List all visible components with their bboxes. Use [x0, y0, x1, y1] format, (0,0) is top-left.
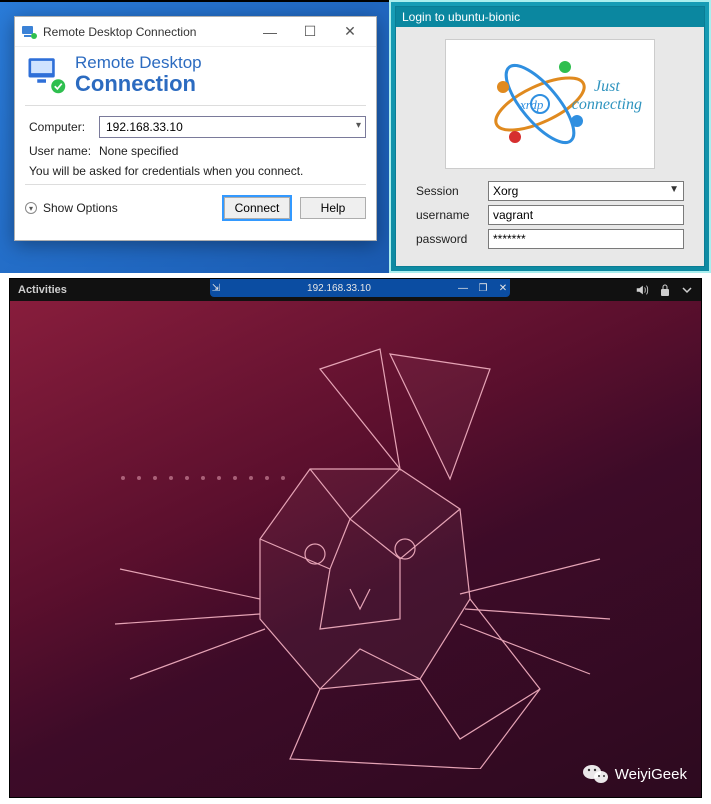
rdc-banner-line1: Remote Desktop	[75, 53, 202, 73]
bar-restore[interactable]: ❐	[476, 283, 490, 294]
maximize-button[interactable]: ☐	[290, 23, 330, 40]
xrdp-tagline: Justconnecting	[572, 78, 642, 113]
ubuntu-desktop: Activities ⇲ 192.168.33.10 — ❐ ✕	[9, 278, 702, 798]
connect-button[interactable]: Connect	[224, 197, 290, 219]
rdc-banner-line2: Connection	[75, 73, 202, 95]
dotted-trail	[115, 469, 315, 483]
close-button[interactable]: ✕	[330, 23, 370, 40]
credentials-hint: You will be asked for credentials when y…	[29, 164, 366, 178]
session-value: Xorg	[493, 184, 518, 198]
rdc-window: Remote Desktop Connection — ☐ ✕ Remote D…	[14, 16, 377, 241]
gnome-status-area[interactable]	[635, 283, 693, 297]
expand-circle-icon: ▾	[25, 202, 37, 214]
chevron-down-icon: ▼	[669, 184, 679, 195]
watermark: WeiyiGeek	[583, 763, 687, 785]
session-select[interactable]: Xorg ▼	[488, 181, 684, 201]
xrdp-window: Login to ubuntu-bionic xrdp Justconnecti…	[395, 6, 705, 267]
rdc-app-icon	[21, 24, 37, 40]
power-chevron-icon	[681, 284, 693, 296]
ubuntu-wallpaper-cat	[60, 339, 640, 769]
bar-minimize[interactable]: —	[456, 283, 470, 294]
computer-label: Computer:	[29, 120, 99, 134]
username-value: None specified	[99, 144, 178, 158]
minimize-button[interactable]: —	[250, 24, 290, 40]
xrdp-username-input[interactable]	[488, 205, 684, 225]
rdc-title: Remote Desktop Connection	[43, 25, 250, 39]
xrdp-form: Session Xorg ▼ username password	[396, 177, 704, 257]
rdc-banner-text: Remote Desktop Connection	[75, 53, 202, 95]
xrdp-panel: Login to ubuntu-bionic xrdp Justconnecti…	[389, 0, 711, 273]
rdc-desktop-backdrop: Remote Desktop Connection — ☐ ✕ Remote D…	[0, 0, 389, 273]
activities-button[interactable]: Activities	[18, 284, 67, 296]
rdc-body: Computer: 192.168.33.10 ▾ User name: Non…	[15, 106, 376, 184]
computer-combo[interactable]: 192.168.33.10 ▾	[99, 116, 366, 138]
watermark-text: WeiyiGeek	[615, 766, 687, 783]
rdc-banner-icon	[25, 53, 67, 95]
computer-value: 192.168.33.10	[106, 120, 183, 134]
wechat-icon	[583, 763, 609, 785]
help-button[interactable]: Help	[300, 197, 366, 219]
username-label: User name:	[29, 144, 99, 158]
rdc-banner: Remote Desktop Connection	[15, 47, 376, 105]
bar-close[interactable]: ✕	[496, 283, 510, 294]
remote-ip: 192.168.33.10	[228, 283, 450, 294]
xrdp-password-input[interactable]	[488, 229, 684, 249]
volume-icon	[635, 283, 649, 297]
chevron-down-icon: ▾	[356, 120, 361, 131]
show-options-label: Show Options	[43, 201, 118, 215]
rdc-titlebar: Remote Desktop Connection — ☐ ✕	[15, 17, 376, 47]
xrdp-username-label: username	[416, 208, 488, 222]
svg-text:xrdp: xrdp	[519, 97, 544, 112]
xrdp-logo: xrdp Justconnecting	[445, 39, 655, 169]
xrdp-title: Login to ubuntu-bionic	[396, 7, 704, 27]
pin-icon[interactable]: ⇲	[210, 283, 222, 294]
lock-icon	[659, 283, 671, 297]
rdc-footer: ▾ Show Options Connect Help	[15, 185, 376, 231]
show-options-toggle[interactable]: ▾ Show Options	[25, 201, 118, 215]
xrdp-password-label: password	[416, 232, 488, 246]
session-label: Session	[416, 184, 488, 198]
rdp-connection-bar: ⇲ 192.168.33.10 — ❐ ✕	[210, 279, 510, 297]
